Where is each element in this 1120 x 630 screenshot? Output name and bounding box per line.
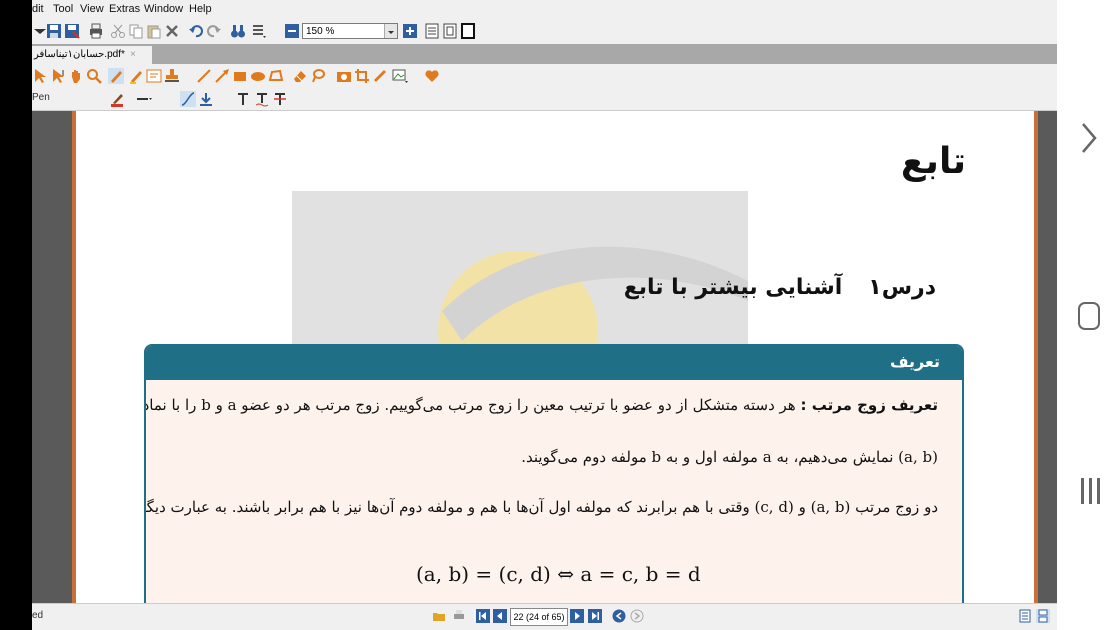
chevron-down-icon (388, 31, 394, 34)
find-binoculars-icon[interactable] (230, 23, 246, 39)
go-back-icon[interactable] (612, 609, 626, 623)
paste-icon[interactable] (146, 23, 162, 39)
find-options-icon[interactable] (252, 23, 268, 39)
snapshot-camera-icon[interactable] (336, 68, 352, 84)
zoom-out-icon[interactable] (284, 23, 300, 39)
select-text-icon[interactable] (50, 68, 66, 84)
ellipse-tool-icon[interactable] (250, 68, 266, 84)
annotation-toolbar (32, 64, 1057, 88)
polygon-tool-icon[interactable] (268, 68, 284, 84)
color-picker-icon[interactable] (110, 91, 126, 107)
menu-edit[interactable]: dit (32, 3, 44, 15)
undo-icon[interactable] (188, 23, 204, 39)
favorites-heart-icon[interactable] (424, 68, 440, 84)
continuous-view-icon[interactable] (1036, 609, 1050, 623)
line-width-icon[interactable] (136, 91, 152, 107)
fit-width-icon[interactable] (460, 23, 476, 39)
eraser-icon[interactable] (292, 68, 308, 84)
document-tab-title: حسابان۱تیناسافر.pdf* (34, 49, 125, 60)
ruler-icon[interactable] (372, 68, 388, 84)
chapter-title: تابع (900, 141, 966, 182)
text-format-icon[interactable] (235, 91, 251, 107)
line-tool-icon[interactable] (196, 68, 212, 84)
actual-size-icon[interactable] (424, 23, 440, 39)
redo-icon[interactable] (206, 23, 222, 39)
properties-toolbar: Pen (32, 88, 1057, 111)
equality-formula: (a, b) = (c, d) ⇔ a = c, b = d (416, 562, 701, 586)
next-page-icon[interactable] (570, 609, 584, 623)
document-view-area[interactable]: تابع درس۱ آشنایی بیشتر با تابع تعریف تعری… (32, 111, 1057, 603)
document-tab-strip: حسابان۱تیناسافر.pdf* × (32, 44, 1057, 64)
hand-tool-icon[interactable] (68, 68, 84, 84)
pdf-page: تابع درس۱ آشنایی بیشتر با تابع تعریف تعری… (72, 111, 1038, 603)
definition-term: تعریف زوج مرتب : (800, 396, 939, 414)
previous-page-icon[interactable] (493, 609, 507, 623)
stamp-icon[interactable] (164, 68, 180, 84)
android-navigation-bar (1057, 0, 1120, 630)
highlight-pen-icon[interactable] (128, 68, 144, 84)
menu-help[interactable]: Help (189, 3, 212, 15)
tool-name-label: Pen (32, 92, 50, 103)
recent-apps-button[interactable] (1081, 478, 1101, 504)
status-bar: ed 22 (24 of 65) (32, 603, 1057, 630)
rectangle-tool-icon[interactable] (232, 68, 248, 84)
insert-image-icon[interactable] (392, 68, 408, 84)
document-tab[interactable]: حسابان۱تیناسافر.pdf* × (32, 46, 152, 64)
menu-extras[interactable]: Extras (109, 3, 140, 15)
menu-bar: dit Tool View Extras Window Help (32, 0, 1057, 19)
zoom-dropdown[interactable] (384, 24, 397, 38)
arrow-tool-icon[interactable] (214, 68, 230, 84)
text-underline-icon[interactable] (254, 91, 270, 107)
status-text: ed (32, 610, 44, 621)
single-page-view-icon[interactable] (1018, 609, 1032, 623)
chevron-right-icon[interactable] (1079, 120, 1099, 156)
close-tab-icon[interactable]: × (130, 46, 136, 64)
definition-header-bar: تعریف (146, 346, 962, 380)
definition-line-1: تعریف زوج مرتب : هر دسته متشکل از دو عضو… (144, 396, 939, 414)
home-button[interactable] (1078, 302, 1100, 330)
print-icon[interactable] (88, 23, 104, 39)
crop-icon[interactable] (354, 68, 370, 84)
definition-line-2: (a, b) نمایش می‌دهیم، به a مولفه اول و ب… (521, 448, 938, 466)
go-forward-icon[interactable] (630, 609, 644, 623)
cut-icon[interactable] (110, 23, 126, 39)
copy-icon[interactable] (128, 23, 144, 39)
lesson-title: آشنایی بیشتر با تابع (623, 275, 843, 300)
left-black-edge (0, 0, 32, 630)
definition-box: تعریف تعریف زوج مرتب : هر دسته متشکل از … (144, 344, 964, 603)
definition-line-1-text: هر دسته متشکل از دو عضو با ترتیب معین را… (144, 396, 796, 414)
menu-tool[interactable]: Tool (53, 3, 73, 15)
download-arrow-icon[interactable] (198, 91, 214, 107)
smooth-line-icon[interactable] (180, 91, 196, 107)
delete-icon[interactable] (164, 23, 180, 39)
print-status-icon[interactable] (452, 609, 466, 623)
zoom-in-icon[interactable] (402, 23, 418, 39)
definition-line-3: دو زوج مرتب (a, b) و (c, d) وقتی با هم ب… (144, 498, 938, 516)
last-page-icon[interactable] (588, 609, 602, 623)
definition-header: تعریف (889, 352, 940, 371)
fit-page-icon[interactable] (442, 23, 458, 39)
watermark-image (292, 191, 748, 351)
main-toolbar: 150 % (32, 19, 1057, 45)
zoom-tool-icon[interactable] (86, 68, 102, 84)
menu-window[interactable]: Window (144, 3, 183, 15)
first-page-icon[interactable] (476, 609, 490, 623)
lesson-heading: درس۱ آشنایی بیشتر با تابع (624, 275, 936, 300)
pdf-viewer-window: dit Tool View Extras Window Help 150 % ح… (32, 0, 1057, 630)
open-folder-icon[interactable] (432, 609, 446, 623)
save-icon[interactable] (46, 23, 62, 39)
page-number-input[interactable]: 22 (24 of 65) (510, 608, 568, 626)
edit-annotation-icon[interactable] (108, 68, 124, 84)
menu-view[interactable]: View (80, 3, 104, 15)
lasso-icon[interactable] (310, 68, 326, 84)
text-strikeout-icon[interactable] (272, 91, 288, 107)
lesson-number: درس۱ (868, 275, 936, 300)
save-as-icon[interactable] (64, 23, 80, 39)
text-box-icon[interactable] (146, 68, 162, 84)
select-arrow-icon[interactable] (32, 68, 48, 84)
